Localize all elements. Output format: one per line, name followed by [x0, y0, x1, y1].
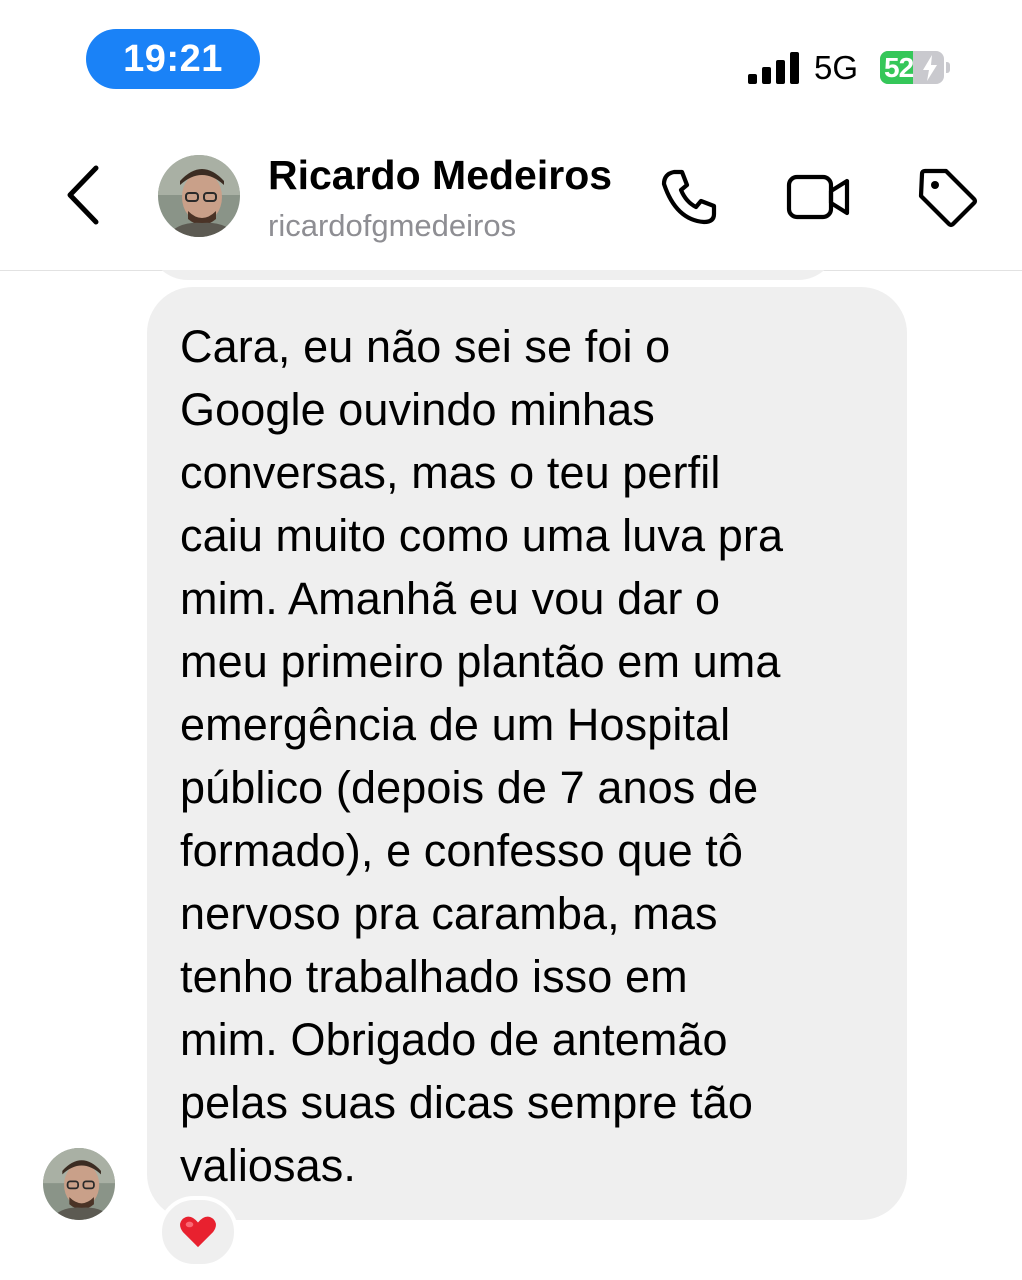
message-line: valiosas.	[180, 1140, 356, 1191]
sender-avatar[interactable]	[43, 1148, 115, 1220]
tag-icon[interactable]	[914, 164, 980, 230]
message-line: formado), e confesso que tô	[180, 825, 744, 876]
contact-avatar[interactable]	[158, 155, 240, 237]
message-line: emergência de um Hospital	[180, 699, 731, 750]
message-line: nervoso pra caramba, mas	[180, 888, 718, 939]
reaction-badge[interactable]	[158, 1196, 238, 1268]
battery-cap	[946, 62, 950, 73]
network-type: 5G	[814, 49, 859, 86]
message-line: caiu muito como uma luva pra	[180, 510, 784, 561]
message-line: Google ouvindo minhas	[180, 384, 655, 435]
heart-icon	[180, 1216, 216, 1248]
contact-username[interactable]: ricardofgmedeiros	[268, 208, 516, 244]
battery-indicator: 52	[880, 51, 950, 84]
video-camera-icon[interactable]	[785, 164, 851, 230]
status-time[interactable]: 19:21	[86, 29, 260, 89]
message-line: pelas suas dicas sempre tão	[180, 1077, 754, 1128]
person-avatar-icon	[43, 1148, 115, 1220]
battery-percent: 52	[884, 52, 914, 83]
message-line: tenho trabalhado isso em	[180, 951, 688, 1002]
message-line: mim. Amanhã eu vou dar o	[180, 573, 721, 624]
message-text: Cara, eu não sei se foi o Google ouvindo…	[180, 315, 880, 1197]
message-line: Cara, eu não sei se foi o	[180, 321, 671, 372]
charging-bolt-icon	[923, 55, 937, 81]
status-bar: 19:21 5G 52	[0, 0, 1022, 120]
back-icon[interactable]	[56, 160, 112, 230]
message-line: público (depois de 7 anos de	[180, 762, 759, 813]
battery-body: 52	[880, 51, 944, 84]
chat-header: Ricardo Medeiros ricardofgmedeiros	[0, 120, 1022, 271]
message-line: meu primeiro plantão em uma	[180, 636, 781, 687]
phone-icon[interactable]	[656, 164, 722, 230]
cellular-signal-icon	[748, 52, 799, 84]
message-line: conversas, mas o teu perfil	[180, 447, 721, 498]
contact-name[interactable]: Ricardo Medeiros	[268, 152, 612, 199]
message-line: mim. Obrigado de antemão	[180, 1014, 728, 1065]
person-avatar-icon	[158, 155, 240, 237]
